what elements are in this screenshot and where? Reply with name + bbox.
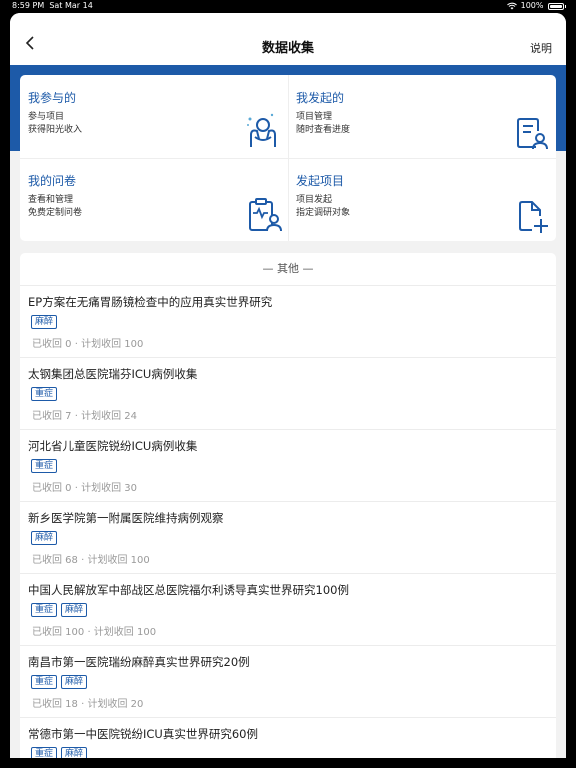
cell-subtitle: 参与项目: [28, 112, 65, 122]
clipboard-user-icon: [249, 198, 282, 232]
category-tag: 重症: [31, 747, 58, 758]
project-title: 南昌市第一医院瑞纷麻醉真实世界研究20例: [28, 655, 250, 669]
project-title: EP方案在无痛胃肠镜检查中的应用真实世界研究: [28, 295, 273, 309]
wifi-icon: [506, 2, 517, 10]
grid-cell-participated[interactable]: 我参与的 参与项目 获得阳光收入: [20, 75, 288, 158]
cell-subtitle: 项目发起: [296, 195, 333, 205]
project-title: 新乡医学院第一附属医院维持病例观察: [28, 511, 224, 525]
tag-group: 麻醉: [31, 531, 58, 545]
tag-group: 重症 麻醉: [31, 747, 88, 758]
grid-cell-questionnaire[interactable]: 我的问卷 查看和管理 免费定制问卷: [20, 158, 288, 241]
grid-divider: [20, 158, 556, 159]
status-bar: 8:59 PM Sat Mar 14 100%: [0, 0, 576, 12]
cell-title: 我发起的: [296, 91, 345, 105]
category-tag: 重症: [31, 675, 58, 689]
tag-group: 重症 麻醉: [31, 603, 88, 617]
tag-group: 重症: [31, 459, 58, 473]
status-time: 8:59 PM Sat Mar 14: [12, 1, 93, 10]
battery-percent: 100%: [520, 1, 544, 10]
grid-cell-new-project[interactable]: 发起项目 项目发起 指定调研对象: [288, 158, 556, 241]
category-tag: 重症: [31, 459, 58, 473]
category-tag: 重症: [31, 387, 58, 401]
category-tag: 麻醉: [61, 603, 88, 617]
cell-title: 我的问卷: [28, 174, 77, 188]
project-title: 常德市第一中医院锐纷ICU真实世界研究60例: [28, 727, 258, 741]
others-header: — 其他 —: [20, 253, 556, 286]
help-button[interactable]: 说明: [530, 40, 552, 56]
cell-subtitle: 指定调研对象: [296, 208, 351, 218]
category-tag: 重症: [31, 603, 58, 617]
collection-progress: 已收回 18 · 计划收回 20: [32, 699, 144, 710]
battery-cap: [564, 4, 566, 8]
category-tag: 麻醉: [31, 315, 58, 329]
list-item[interactable]: 中国人民解放军中部战区总医院福尔利诱导真实世界研究100例 重症 麻醉已收回 100…: [20, 574, 556, 646]
cell-title: 发起项目: [296, 174, 345, 188]
battery-icon: [547, 2, 564, 10]
category-tag: 麻醉: [61, 747, 88, 758]
category-tag: 麻醉: [61, 675, 88, 689]
list-item[interactable]: 河北省儿童医院锐纷ICU病例收集 重症已收回 0 · 计划收回 30: [20, 430, 556, 502]
cell-subtitle: 随时查看进度: [296, 125, 351, 135]
navigation-bar: 数据收集 说明: [10, 13, 566, 65]
list-item[interactable]: EP方案在无痛胃肠镜检查中的应用真实世界研究 麻醉已收回 0 · 计划收回 100: [20, 286, 556, 358]
project-title: 河北省儿童医院锐纷ICU病例收集: [28, 439, 198, 453]
status-right: 100%: [506, 0, 566, 12]
page-title: 数据收集: [261, 41, 314, 56]
app-sheet: 数据收集 说明 我参与的 参与项目 获得阳光收入 我发起的 项目管理 随时查看进…: [10, 13, 566, 758]
list-item[interactable]: 南昌市第一医院瑞纷麻醉真实世界研究20例 重症 麻醉已收回 18 · 计划收回 20: [20, 646, 556, 718]
list-item[interactable]: 太钢集团总医院瑞芬ICU病例收集 重症已收回 7 · 计划收回 24: [20, 358, 556, 430]
collection-progress: 已收回 68 · 计划收回 100: [32, 555, 150, 566]
collection-progress: 已收回 100 · 计划收回 100: [32, 627, 157, 638]
document-add-icon: [519, 201, 548, 233]
cell-subtitle: 项目管理: [296, 112, 333, 122]
cell-subtitle: 免费定制问卷: [28, 208, 83, 218]
tag-group: 麻醉: [31, 315, 58, 329]
cell-subtitle: 获得阳光收入: [28, 125, 83, 135]
cell-subtitle: 查看和管理: [28, 195, 74, 205]
document-user-icon: [517, 118, 548, 150]
cell-title: 我参与的: [28, 91, 77, 105]
category-tag: 麻醉: [31, 531, 58, 545]
project-list: — 其他 — EP方案在无痛胃肠镜检查中的应用真实世界研究 麻醉 已收回 0 · 计…: [20, 253, 556, 758]
project-title: 中国人民解放军中部战区总医院福尔利诱导真实世界研究100例: [28, 583, 349, 597]
tag-group: 重症: [31, 387, 58, 401]
grid-cell-initiated[interactable]: 我发起的 项目管理 随时查看进度: [288, 75, 556, 158]
entry-grid: 我参与的 参与项目 获得阳光收入 我发起的 项目管理 随时查看进度 我的问卷 查…: [20, 75, 556, 241]
hands-heart-icon: [247, 113, 276, 147]
tag-group: 重症 麻醉: [31, 675, 88, 689]
list-item[interactable]: 常德市第一中医院锐纷ICU真实世界研究60例 重症 麻醉: [20, 718, 556, 758]
collection-progress: 已收回 7 · 计划收回 24: [32, 411, 137, 422]
collection-progress: 已收回 0 · 计划收回 30: [32, 483, 137, 494]
collection-progress: 已收回 0 · 计划收回 100: [32, 339, 144, 350]
list-item[interactable]: 新乡医学院第一附属医院维持病例观察 麻醉已收回 68 · 计划收回 100: [20, 502, 556, 574]
project-title: 太钢集团总医院瑞芬ICU病例收集: [28, 367, 198, 381]
project-items: EP方案在无痛胃肠镜检查中的应用真实世界研究 麻醉 已收回 0 · 计划收回 100…: [20, 286, 556, 758]
